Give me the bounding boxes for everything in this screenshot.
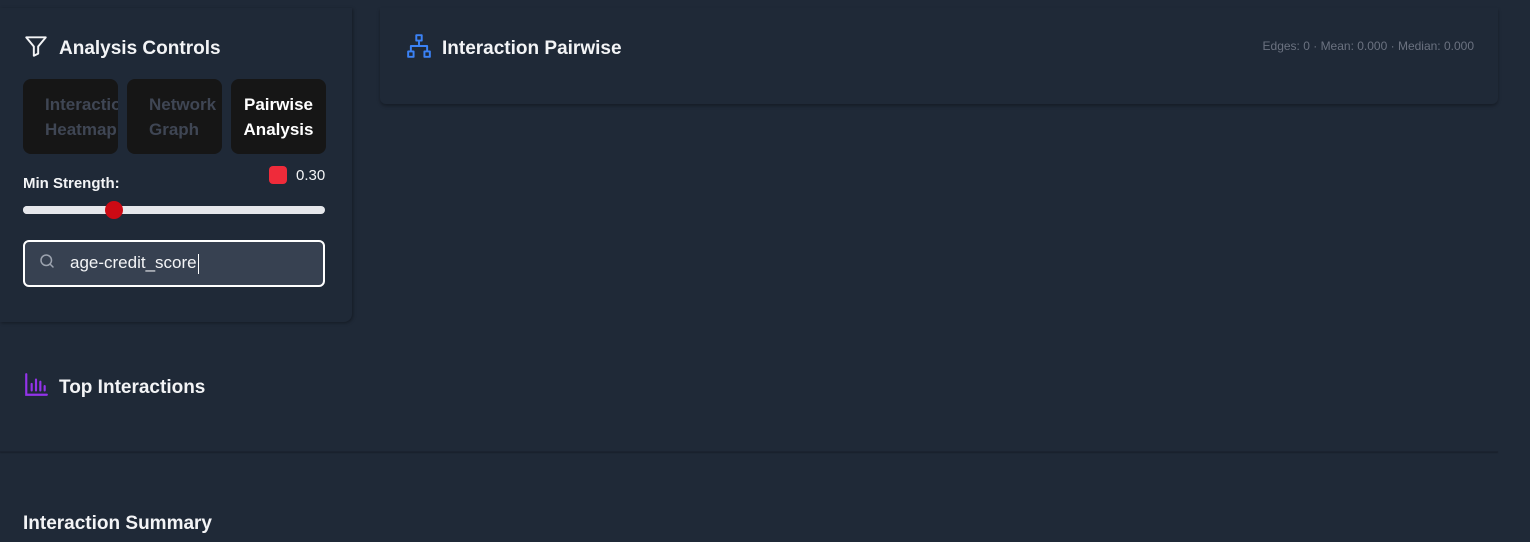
view-tabs: Interaction Heatmap Network Graph Pairwi…: [23, 79, 326, 154]
pairwise-stats: Edges: 0 · Mean: 0.000 · Median: 0.000: [1262, 39, 1474, 53]
tab-label-line1: Network: [149, 95, 217, 114]
analysis-controls-header: Analysis Controls: [23, 33, 221, 64]
min-strength-value: 0.30: [296, 166, 326, 184]
tab-label-line1: Interaction: [45, 95, 118, 114]
tab-label-line2: Heatmap: [45, 120, 117, 139]
search-input[interactable]: age-credit_score: [23, 240, 325, 287]
bar-chart-icon: [23, 372, 49, 403]
strength-color-swatch[interactable]: [269, 166, 287, 184]
tab-network-graph[interactable]: Network Graph: [127, 79, 222, 154]
top-interactions-header: Top Interactions: [23, 372, 205, 403]
network-icon: [406, 33, 432, 64]
interaction-pairwise-title: Interaction Pairwise: [442, 37, 622, 59]
tab-label-line1: Pairwise: [244, 95, 313, 114]
tab-label-line2: Analysis: [243, 120, 314, 139]
search-text: age-credit_score: [70, 253, 197, 273]
interaction-summary-title: Interaction Summary: [23, 513, 212, 534]
min-strength-value-group: 0.30: [269, 166, 325, 184]
tab-label-line2: Graph: [149, 120, 200, 139]
slider-thumb[interactable]: [104, 201, 123, 219]
min-strength-label: Min Strength:: [23, 175, 120, 192]
search-icon: [38, 252, 56, 275]
top-interactions-title: Top Interactions: [59, 376, 206, 398]
tab-interaction-heatmap[interactable]: Interaction Heatmap: [23, 79, 118, 154]
tab-pairwise-analysis[interactable]: Pairwise Analysis: [231, 79, 326, 154]
text-caret: [197, 253, 199, 274]
slider-fill: [23, 206, 114, 214]
analysis-controls-title: Analysis Controls: [59, 37, 221, 59]
filter-icon: [23, 33, 49, 64]
section-divider: [0, 451, 1498, 452]
interaction-pairwise-header: Interaction Pairwise: [406, 33, 622, 64]
interaction-pairwise-panel: Interaction Pairwise Edges: 0 · Mean: 0.…: [380, 8, 1498, 104]
search-input-value: age-credit_score: [70, 253, 199, 274]
min-strength-slider[interactable]: [23, 201, 325, 219]
